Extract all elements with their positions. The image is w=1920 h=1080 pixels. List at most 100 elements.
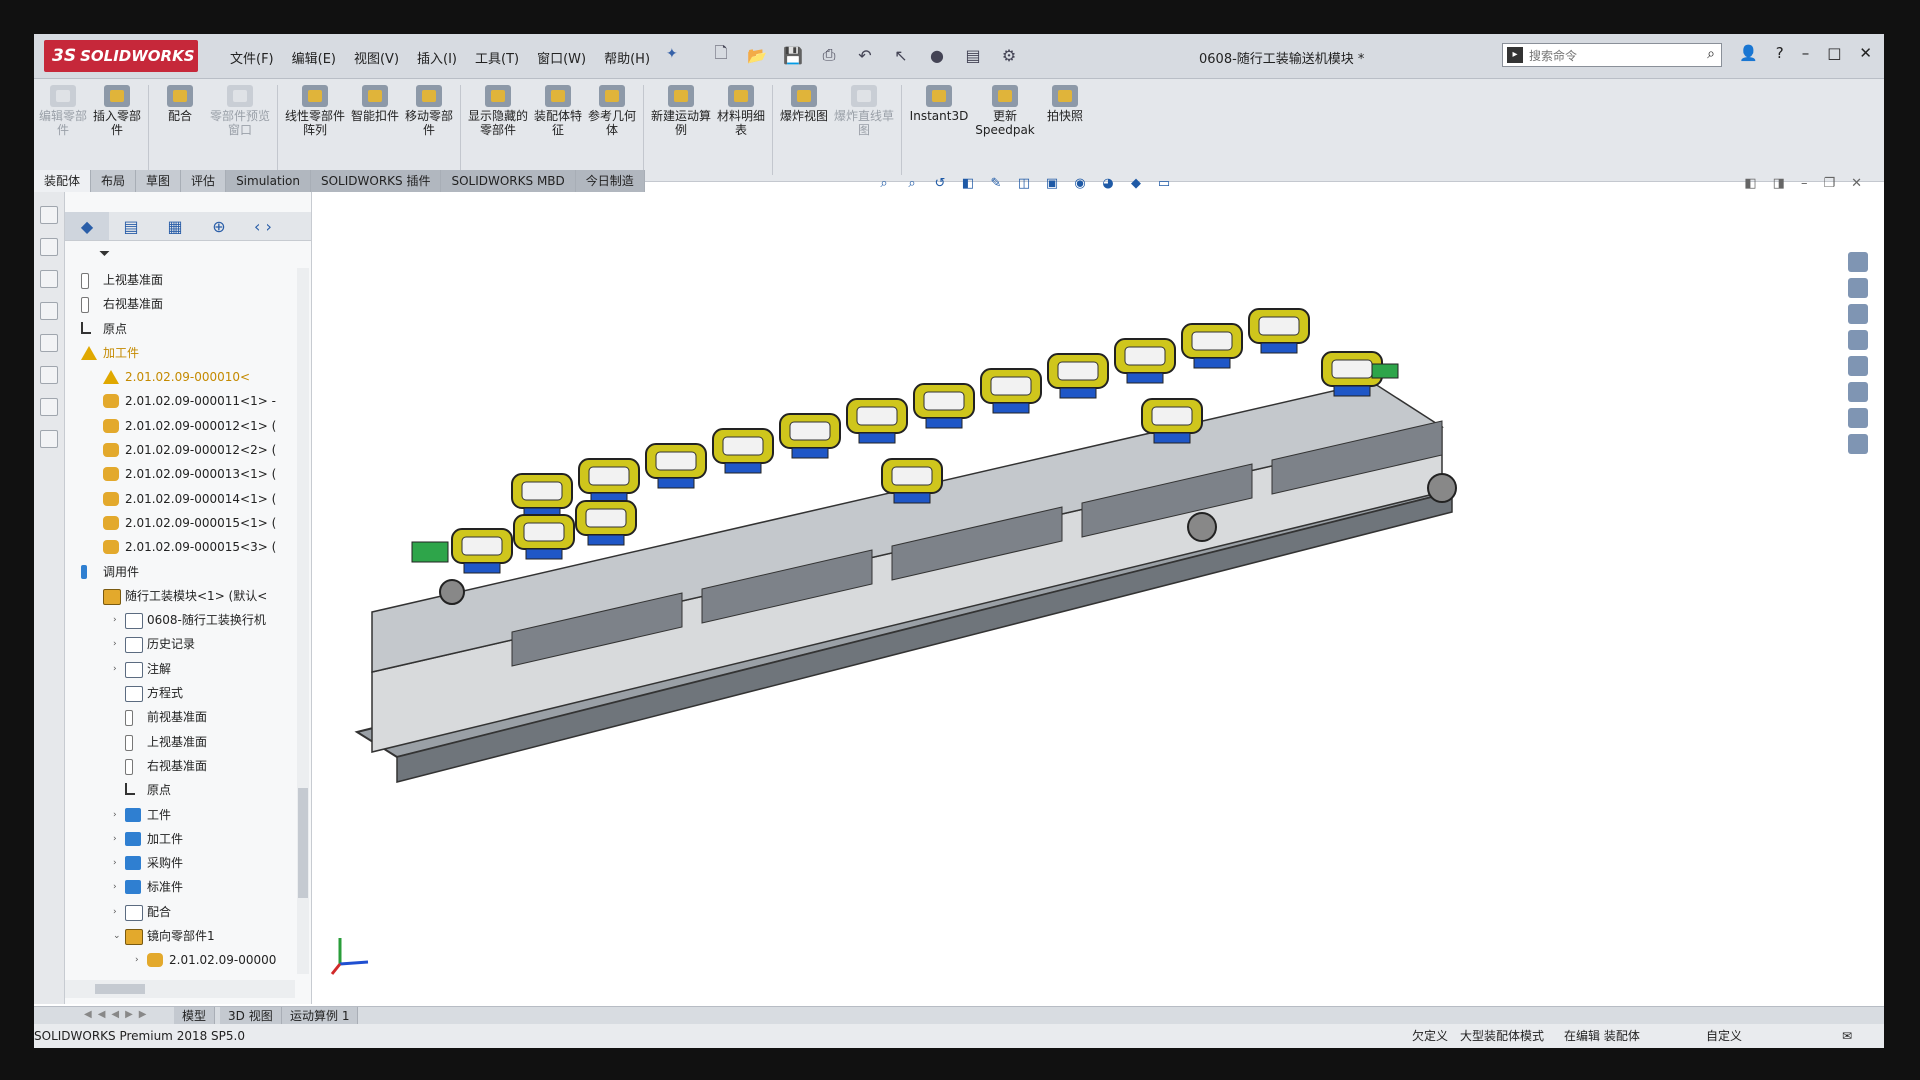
tab-scroll-arrows-icon[interactable]: ‹ › <box>241 212 285 240</box>
expand-toggle-icon[interactable]: › <box>113 640 121 649</box>
tree-item[interactable]: 2.01.02.09-000010< <box>65 365 295 389</box>
tree-item[interactable]: › 配合 <box>65 900 295 924</box>
command-tab[interactable]: 草图 <box>136 170 182 192</box>
status-message-icon[interactable]: ✉ <box>1842 1024 1852 1048</box>
open-icon[interactable]: 📂 <box>746 44 768 66</box>
command-button[interactable]: 编辑零部件 <box>36 85 90 175</box>
command-tab[interactable]: SOLIDWORKS MBD <box>441 170 576 192</box>
minimize-icon[interactable]: – <box>1802 44 1810 62</box>
tab-model[interactable]: 模型 <box>174 1007 216 1025</box>
command-button[interactable]: Instant3D <box>906 85 972 175</box>
tile-left-icon[interactable]: ◧ <box>1744 176 1756 191</box>
strip-tool-icon[interactable] <box>40 334 58 352</box>
tree-item[interactable]: 2.01.02.09-000015<3> ( <box>65 535 295 559</box>
menu-item[interactable]: 插入(I) <box>417 48 457 67</box>
tab-3d-view[interactable]: 3D 视图 <box>220 1007 282 1025</box>
tree-item[interactable]: 方程式 <box>65 681 295 705</box>
expand-toggle-icon[interactable]: › <box>113 834 121 843</box>
tree-item[interactable]: › 0608-随行工装换行机 <box>65 608 295 632</box>
scroll-thumb[interactable] <box>95 984 145 994</box>
search-scope-icon[interactable]: ▸ <box>1507 47 1523 63</box>
tab-navigation-arrows-icon[interactable]: ◀◀◀▶▶ <box>84 1009 152 1020</box>
expand-toggle-icon[interactable]: › <box>135 956 143 965</box>
file-properties-icon[interactable]: ▤ <box>962 44 984 66</box>
tree-item[interactable]: 2.01.02.09-000013<1> ( <box>65 462 295 486</box>
tree-item[interactable]: › 标准件 <box>65 875 295 899</box>
tree-item[interactable]: 随行工装模块<1> (默认< <box>65 584 295 608</box>
command-button[interactable]: 拍快照 <box>1038 85 1092 175</box>
expand-toggle-icon[interactable]: › <box>113 664 121 673</box>
viewport-restore-icon[interactable]: ❐ <box>1823 176 1835 191</box>
tree-item[interactable]: › 注解 <box>65 657 295 681</box>
menu-item[interactable]: 编辑(E) <box>292 48 336 67</box>
property-manager-tab-icon[interactable]: ▤ <box>109 212 153 240</box>
command-button[interactable]: 移动零部件 <box>402 85 456 175</box>
home-icon[interactable] <box>1848 252 1868 272</box>
command-button[interactable]: 更新 Speedpak <box>972 85 1038 175</box>
expand-toggle-icon[interactable]: › <box>113 883 121 892</box>
tree-item[interactable]: 前视基准面 <box>65 705 295 729</box>
units-selector[interactable]: 自定义 <box>1706 1024 1742 1048</box>
forum-icon[interactable] <box>1848 408 1868 428</box>
command-button[interactable]: 智能扣件 <box>348 85 402 175</box>
dynamic-annotation-icon[interactable]: ✎ <box>986 174 1006 192</box>
tree-item[interactable]: 2.01.02.09-000012<2> ( <box>65 438 295 462</box>
tree-item[interactable]: 加工件 <box>65 341 295 365</box>
close-icon[interactable]: ✕ <box>1859 44 1872 62</box>
user-icon[interactable]: 👤 <box>1739 44 1758 62</box>
conveyor-model-3d[interactable] <box>312 192 1884 1004</box>
dimxpert-tab-icon[interactable]: ⊕ <box>197 212 241 240</box>
tree-item[interactable]: 原点 <box>65 778 295 802</box>
tree-item[interactable]: › 采购件 <box>65 851 295 875</box>
file-explorer-icon[interactable] <box>1848 330 1868 350</box>
save-icon[interactable]: 💾 <box>782 44 804 66</box>
command-button[interactable]: 装配体特征 <box>531 85 585 175</box>
new-document-icon[interactable]: 🗋 <box>710 43 732 66</box>
command-tab[interactable]: 评估 <box>181 170 227 192</box>
options-gear-icon[interactable]: ⚙ <box>998 44 1020 66</box>
menu-item[interactable]: 工具(T) <box>475 48 519 67</box>
resources-icon[interactable] <box>1848 278 1868 298</box>
command-tab[interactable]: 装配体 <box>34 170 92 192</box>
tree-item[interactable]: 调用件 <box>65 560 295 584</box>
hide-show-items-icon[interactable]: ◉ <box>1070 174 1090 192</box>
tree-item[interactable]: 上视基准面 <box>65 730 295 754</box>
strip-tool-icon[interactable] <box>40 430 58 448</box>
strip-tool-icon[interactable] <box>40 206 58 224</box>
tree-item[interactable]: ⌄ 镜向零部件1 <box>65 924 295 948</box>
search-commands[interactable]: ▸ ⌕ <box>1502 43 1722 67</box>
display-style-icon[interactable]: ▣ <box>1042 174 1062 192</box>
tree-vertical-scrollbar[interactable] <box>297 268 309 974</box>
tile-right-icon[interactable]: ◨ <box>1773 176 1785 191</box>
command-button[interactable]: 零部件预览窗口 <box>207 85 273 175</box>
tree-item[interactable]: 2.01.02.09-000012<1> ( <box>65 414 295 438</box>
section-view-icon[interactable]: ◧ <box>958 174 978 192</box>
strip-tool-icon[interactable] <box>40 238 58 256</box>
command-button[interactable]: 爆炸视图 <box>777 85 831 175</box>
tree-item[interactable]: › 历史记录 <box>65 632 295 656</box>
menu-item[interactable]: 视图(V) <box>354 48 399 67</box>
palette-icon[interactable] <box>1848 434 1868 454</box>
expand-toggle-icon[interactable]: ⌄ <box>113 932 121 941</box>
tree-item[interactable]: 上视基准面 <box>65 268 295 292</box>
command-tab[interactable]: 今日制造 <box>575 170 645 192</box>
view-settings-icon[interactable]: ▭ <box>1154 174 1174 192</box>
maximize-icon[interactable]: □ <box>1827 44 1841 62</box>
strip-tool-icon[interactable] <box>40 366 58 384</box>
solidworks-logo[interactable]: 3S SOLIDWORKS <box>44 40 198 72</box>
print-icon[interactable]: ⎙ <box>818 44 840 66</box>
tree-item[interactable]: 2.01.02.09-000015<1> ( <box>65 511 295 535</box>
command-tab[interactable]: SOLIDWORKS 插件 <box>310 170 442 192</box>
help-icon[interactable]: ? <box>1776 44 1784 62</box>
tree-item[interactable]: 原点 <box>65 317 295 341</box>
rebuild-icon[interactable]: ● <box>926 44 948 66</box>
tree-item[interactable]: › 工件 <box>65 803 295 827</box>
design-library-icon[interactable] <box>1848 304 1868 324</box>
tree-horizontal-scrollbar[interactable] <box>65 980 295 998</box>
command-tab[interactable]: 布局 <box>91 170 137 192</box>
menu-item[interactable]: 帮助(H) <box>604 48 650 67</box>
menu-item[interactable]: 文件(F) <box>230 48 274 67</box>
configuration-tab-icon[interactable]: ▦ <box>153 212 197 240</box>
command-tab[interactable]: Simulation <box>226 170 311 192</box>
pin-icon[interactable]: ✦ <box>666 46 680 62</box>
